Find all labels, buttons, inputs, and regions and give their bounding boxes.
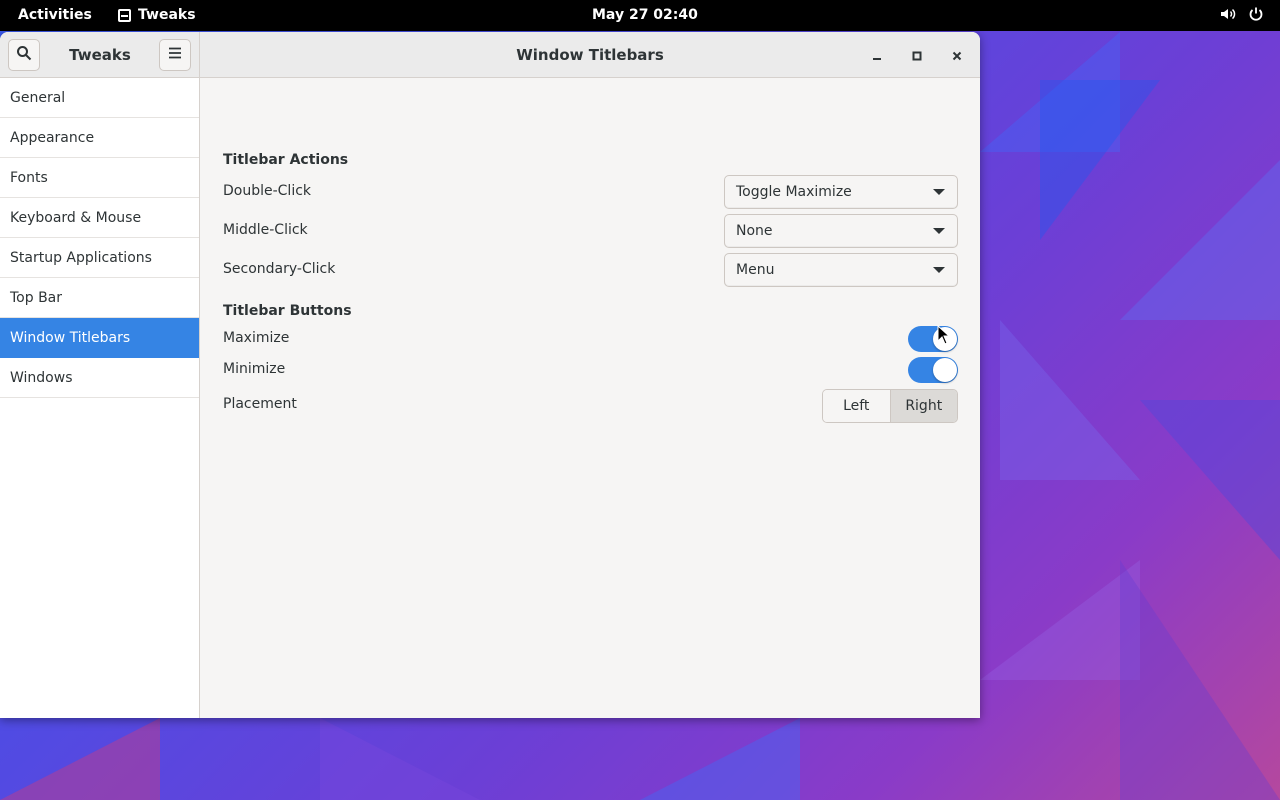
- minimize-button[interactable]: [866, 45, 888, 67]
- search-button[interactable]: [8, 39, 40, 71]
- middle-click-label: Middle-Click: [223, 222, 308, 238]
- maximize-label: Maximize: [223, 330, 290, 346]
- double-click-dropdown[interactable]: Toggle Maximize: [724, 175, 958, 209]
- minimize-switch[interactable]: [908, 357, 958, 383]
- header-bar: Tweaks Window Titlebars: [0, 32, 980, 78]
- power-icon[interactable]: [1248, 6, 1264, 26]
- dropdown-arrow-icon: [933, 267, 945, 273]
- placement-left-button[interactable]: Left: [823, 390, 890, 422]
- settings-panel: Titlebar Actions Double-Click Toggle Max…: [201, 78, 980, 718]
- section-title-actions: Titlebar Actions: [223, 152, 349, 168]
- sidebar-item-fonts[interactable]: Fonts: [0, 158, 199, 198]
- window-title: Window Titlebars: [516, 46, 664, 64]
- sidebar: General Appearance Fonts Keyboard & Mous…: [0, 78, 200, 718]
- placement-right-button[interactable]: Right: [889, 390, 957, 422]
- sidebar-item-general[interactable]: General: [0, 78, 199, 118]
- double-click-label: Double-Click: [223, 183, 312, 199]
- menu-icon: [167, 45, 183, 65]
- sidebar-item-appearance[interactable]: Appearance: [0, 118, 199, 158]
- middle-click-value: None: [736, 223, 773, 239]
- sidebar-item-windows[interactable]: Windows: [0, 358, 199, 398]
- placement-toggle: Left Right: [822, 389, 958, 423]
- secondary-click-dropdown[interactable]: Menu: [724, 253, 958, 287]
- close-icon: [951, 47, 963, 66]
- dropdown-arrow-icon: [933, 189, 945, 195]
- main-menu-button[interactable]: [159, 39, 191, 71]
- app-menu[interactable]: Tweaks: [118, 7, 196, 23]
- tweaks-app-icon: [118, 8, 131, 22]
- minimize-label: Minimize: [223, 361, 286, 377]
- close-button[interactable]: [946, 45, 968, 67]
- tweaks-window: Tweaks Window Titlebars General Appearan…: [0, 32, 980, 718]
- double-click-value: Toggle Maximize: [736, 184, 852, 200]
- placement-label: Placement: [223, 396, 297, 412]
- volume-icon[interactable]: [1220, 6, 1236, 26]
- secondary-click-value: Menu: [736, 262, 775, 278]
- sidebar-item-window-titlebars[interactable]: Window Titlebars: [0, 318, 199, 358]
- minimize-icon: [871, 47, 883, 66]
- search-icon: [16, 45, 32, 65]
- maximize-icon: [911, 47, 923, 66]
- sidebar-header: Tweaks: [0, 32, 200, 78]
- sidebar-title: Tweaks: [69, 46, 131, 64]
- secondary-click-label: Secondary-Click: [223, 261, 336, 277]
- clock[interactable]: May 27 02:40: [592, 7, 698, 23]
- middle-click-dropdown[interactable]: None: [724, 214, 958, 248]
- app-menu-label: Tweaks: [138, 7, 196, 23]
- switch-knob: [933, 358, 957, 382]
- activities-button[interactable]: Activities: [18, 7, 92, 23]
- system-tray[interactable]: [1220, 6, 1264, 26]
- mouse-pointer-icon: [937, 325, 949, 345]
- maximize-switch[interactable]: [908, 326, 958, 352]
- top-bar: Activities Tweaks May 27 02:40: [0, 0, 1280, 31]
- dropdown-arrow-icon: [933, 228, 945, 234]
- sidebar-item-startup-applications[interactable]: Startup Applications: [0, 238, 199, 278]
- sidebar-item-top-bar[interactable]: Top Bar: [0, 278, 199, 318]
- sidebar-item-keyboard-mouse[interactable]: Keyboard & Mouse: [0, 198, 199, 238]
- section-title-buttons: Titlebar Buttons: [223, 303, 352, 319]
- maximize-button[interactable]: [906, 45, 928, 67]
